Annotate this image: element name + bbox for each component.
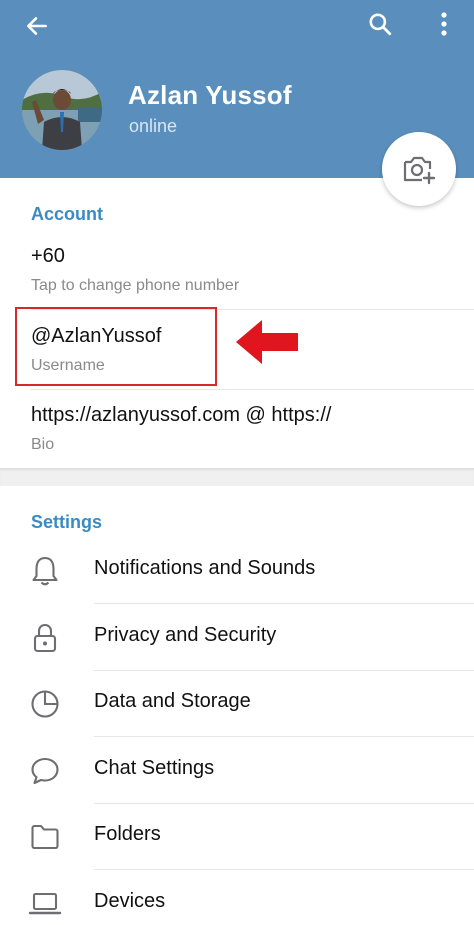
search-icon [369,13,392,36]
bell-icon [28,554,62,588]
back-button[interactable] [14,6,60,46]
profile-photo [22,70,102,150]
red-arrow-annotation [236,320,298,364]
bio-caption: Bio [31,436,55,453]
settings-item-chat[interactable]: Chat Settings [0,737,474,803]
settings-item-label: Notifications and Sounds [94,557,316,579]
arrow-left-icon [27,17,47,35]
settings-item-label: Folders [94,823,161,845]
profile-name: Azlan Yussof [128,80,292,110]
pie-chart-icon [28,687,62,721]
settings-item-label: Chat Settings [94,757,215,779]
chat-bubble-icon [28,754,62,788]
folder-icon [28,820,62,854]
phone-number-caption: Tap to change phone number [31,277,240,294]
settings-item-label: Privacy and Security [94,624,277,646]
set-photo-button[interactable] [382,132,456,206]
settings-item-label: Devices [94,890,166,912]
section-separator [0,468,474,486]
avatar[interactable] [22,70,102,150]
settings-item-folders[interactable]: Folders [0,803,474,869]
profile-status: online [129,116,178,136]
more-options-button[interactable] [424,4,464,44]
settings-item-devices[interactable]: Devices [0,870,474,925]
settings-item-notifications[interactable]: Notifications and Sounds [0,537,474,603]
username-highlight-box [15,307,217,386]
more-vertical-icon [441,12,447,36]
settings-section-title: Settings [31,512,103,532]
lock-icon [28,621,62,655]
laptop-icon [28,887,62,921]
divider [31,389,474,390]
account-section-title: Account [31,204,103,224]
search-button[interactable] [358,4,402,44]
settings-item-label: Data and Storage [94,690,251,712]
phone-number-value: +60 [31,245,65,267]
settings-item-privacy[interactable]: Privacy and Security [0,604,474,670]
settings-item-data-storage[interactable]: Data and Storage [0,670,474,736]
bio-value: https://azlanyussof.com @ https:// [31,404,332,426]
camera-add-icon [403,156,436,185]
